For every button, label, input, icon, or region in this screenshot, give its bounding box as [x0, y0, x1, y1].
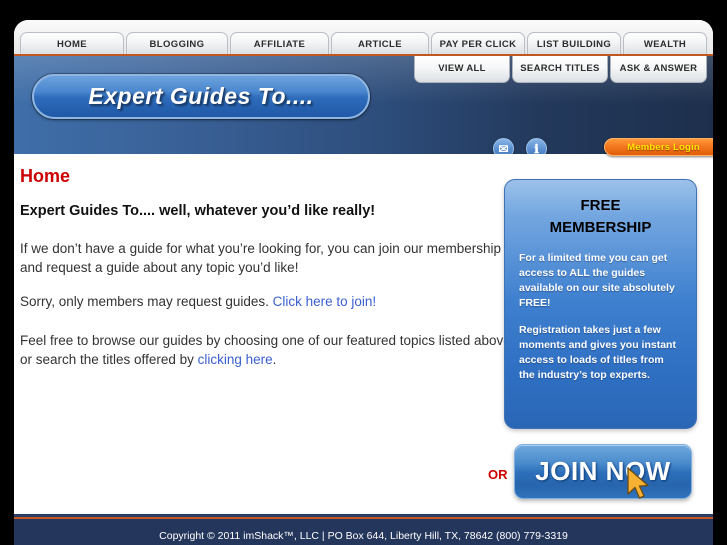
subnav-tab-ask-answer[interactable]: ASK & ANSWER	[610, 56, 707, 83]
subnav-tab-label: VIEW ALL	[438, 63, 486, 75]
nav-tab-label: HOME	[56, 38, 88, 50]
content-lede: Expert Guides To.... well, whatever you’…	[20, 203, 376, 219]
promo-title: FREE MEMBERSHIP	[519, 195, 682, 239]
content-paragraph-1: If we don’t have a guide for what you’re…	[20, 241, 502, 275]
subnav-tab-label: ASK & ANSWER	[619, 63, 698, 75]
subnav-tab-label: SEARCH TITLES	[520, 63, 600, 75]
join-link[interactable]: Click here to join!	[273, 294, 377, 309]
nav-tab-label: LIST BUILDING	[536, 38, 612, 50]
members-login-label: Members Login	[627, 141, 700, 153]
screenshot-root: HOME BLOGGING AFFILIATE ARTICLE PAY PER CLIC…	[0, 0, 727, 545]
search-titles-link[interactable]: clicking here	[198, 352, 273, 367]
nav-tab-label: BLOGGING	[149, 38, 205, 50]
site-logo[interactable]: Expert Guides To....	[32, 74, 370, 119]
promo-paragraph-2: Registration takes just a few moments an…	[519, 324, 676, 381]
nav-tab-home[interactable]: HOME	[20, 32, 124, 56]
free-membership-panel: FREE MEMBERSHIP For a limited time you c…	[504, 179, 697, 429]
para3-suffix: .	[272, 352, 277, 367]
site-footer: Copyright © 2011 imShack™, LLC | PO Box …	[14, 514, 713, 545]
or-label: OR	[488, 467, 508, 482]
site-logo-text: Expert Guides To....	[88, 83, 314, 109]
nav-tab-label: WEALTH	[643, 38, 687, 50]
promo-paragraph-1: For a limited time you can get access to…	[519, 252, 675, 309]
members-login-button[interactable]: Members Login	[604, 138, 713, 156]
nav-tab-label: AFFILIATE	[253, 38, 306, 50]
promo-title-line2: MEMBERSHIP	[549, 219, 652, 236]
nav-tab-blogging[interactable]: BLOGGING	[126, 32, 228, 56]
footer-hairline	[14, 514, 713, 517]
main-content: Home Expert Guides To.... well, whatever…	[14, 154, 713, 511]
content-paragraph-3: Feel free to browse our guides by choosi…	[20, 331, 525, 369]
para2-text: Sorry, only members may request guides.	[20, 294, 273, 309]
subnav-tab-search-titles[interactable]: SEARCH TITLES	[512, 56, 608, 83]
join-now-button[interactable]: JOIN NOW	[514, 444, 692, 499]
subnav-tab-view-all[interactable]: VIEW ALL	[414, 56, 510, 83]
copyright-text: Copyright © 2011 imShack™, LLC | PO Box …	[159, 530, 568, 542]
nav-tab-list-building[interactable]: LIST BUILDING	[527, 32, 621, 56]
page-title: Home	[20, 166, 71, 186]
mouse-cursor-icon	[627, 467, 649, 499]
nav-tab-wealth[interactable]: WEALTH	[623, 32, 707, 56]
content-paragraph-2: Sorry, only members may request guides. …	[20, 292, 525, 311]
nav-tab-label: PAY PER CLICK	[439, 38, 517, 50]
nav-tab-label: ARTICLE	[358, 38, 402, 50]
primary-nav-bar: HOME BLOGGING AFFILIATE ARTICLE PAY PER CLIC…	[14, 20, 713, 56]
nav-tab-article[interactable]: ARTICLE	[331, 32, 429, 56]
website-frame: HOME BLOGGING AFFILIATE ARTICLE PAY PER CLIC…	[14, 20, 713, 545]
info-icon-glyph: ℹ	[534, 141, 539, 156]
promo-title-line1: FREE	[580, 197, 621, 214]
nav-tab-affiliate[interactable]: AFFILIATE	[230, 32, 329, 56]
nav-tab-pay-per-click[interactable]: PAY PER CLICK	[431, 32, 525, 56]
email-icon-glyph: ✉	[498, 141, 509, 156]
